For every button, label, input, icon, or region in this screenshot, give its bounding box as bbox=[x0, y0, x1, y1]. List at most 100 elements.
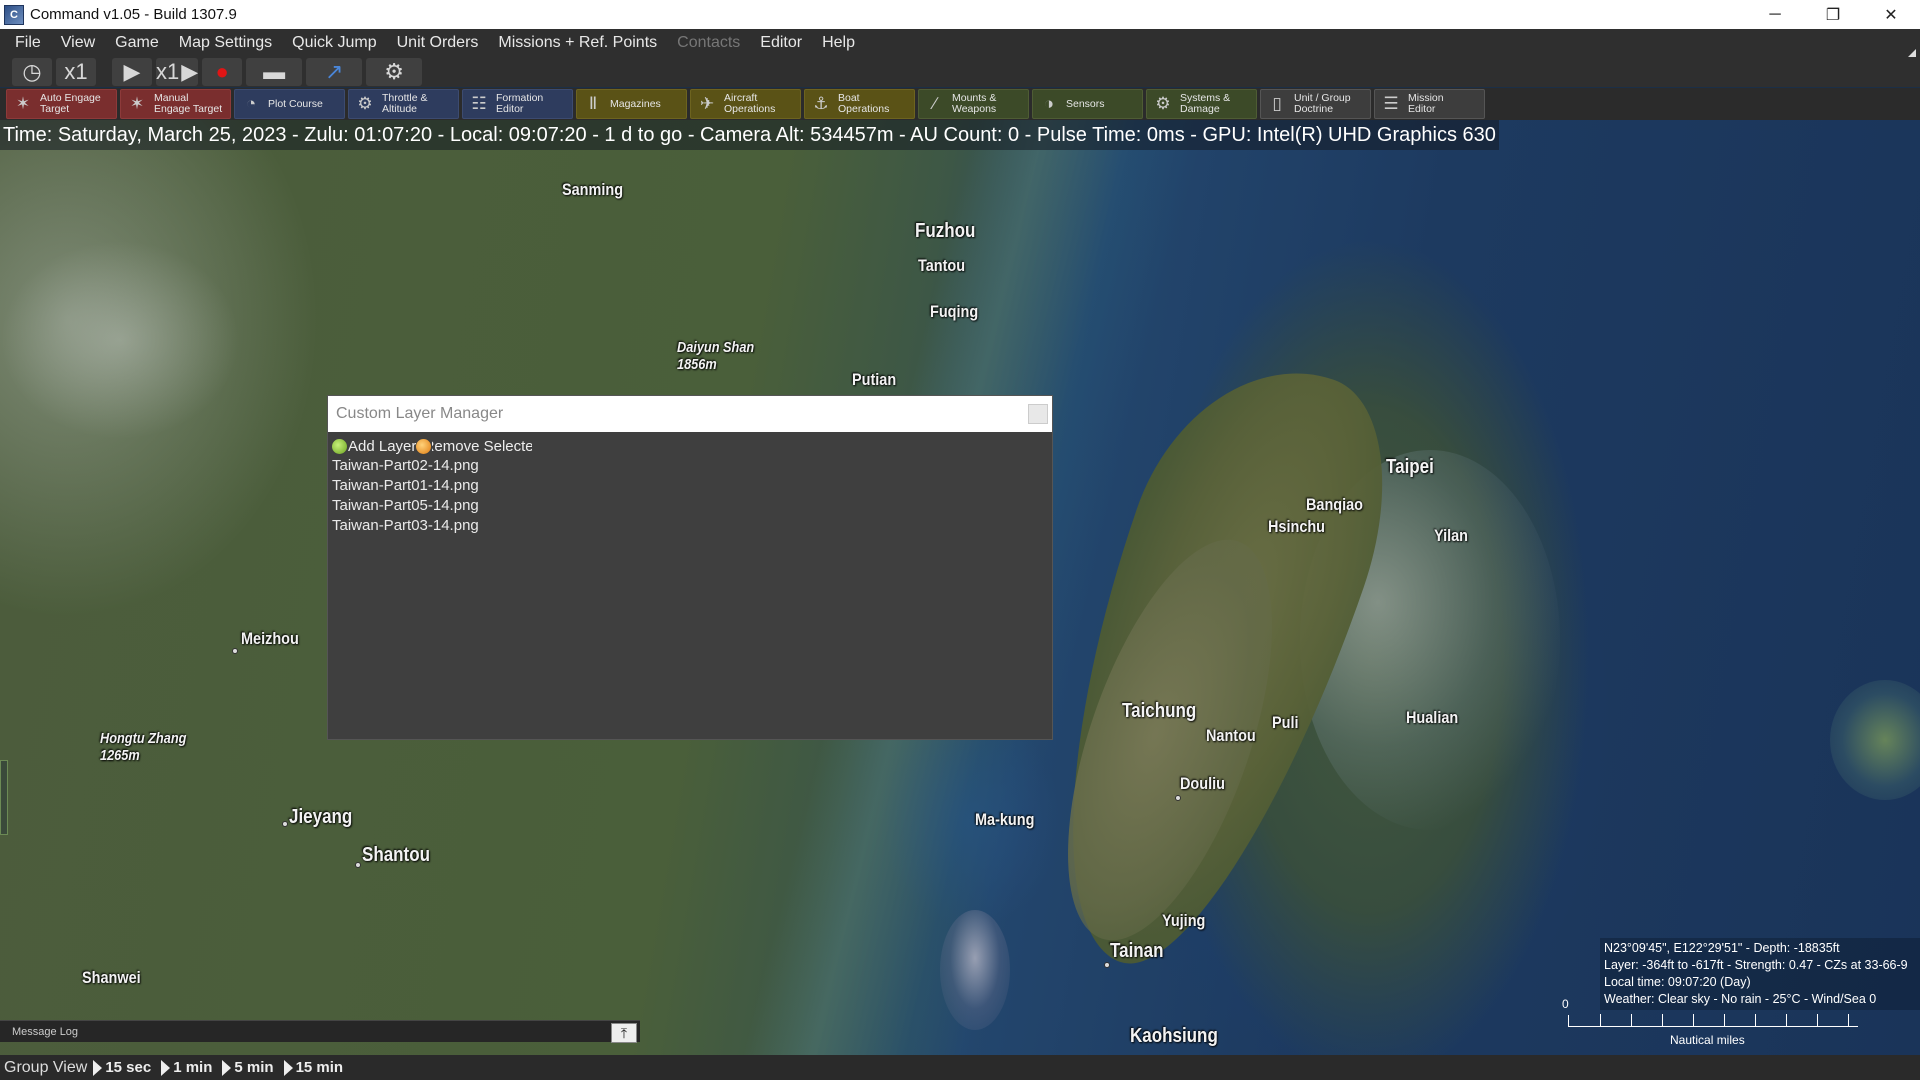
remove-selected-label: Remove Selected bbox=[432, 437, 532, 455]
play-step-icon bbox=[93, 1059, 103, 1076]
systems-damage-button[interactable]: ⚙ Systems & Damage bbox=[1146, 89, 1257, 119]
menu-quick-jump[interactable]: Quick Jump bbox=[282, 29, 386, 57]
mission-editor-icon: ☰ bbox=[1383, 94, 1399, 113]
mission-editor-label: Mission Editor bbox=[1408, 92, 1444, 115]
boat-operations-button[interactable]: ⚓ Boat Operations bbox=[804, 89, 915, 119]
map-label-shantou: Shantou bbox=[362, 844, 430, 866]
left-edge-slider[interactable] bbox=[0, 760, 8, 835]
expand-log-button[interactable]: ⤒ bbox=[611, 1023, 637, 1043]
menu-editor[interactable]: Editor bbox=[750, 29, 812, 57]
map-label-daiyun-shan: Daiyun Shan 1856m bbox=[677, 339, 755, 373]
sensors-icon: ◑ bbox=[1043, 94, 1055, 113]
auto-engage-icon: ✶ bbox=[15, 94, 31, 113]
ship-button[interactable]: ▬ bbox=[246, 58, 303, 86]
message-log-title: Message Log bbox=[12, 1026, 79, 1038]
layer-list-item[interactable]: Taiwan-Part03-14.png bbox=[332, 516, 1048, 536]
dialog-title-bar[interactable]: Custom Layer Manager bbox=[328, 396, 1052, 432]
arrow-button[interactable]: ↗ bbox=[306, 58, 363, 86]
speed-toggle[interactable]: x1 bbox=[56, 58, 96, 86]
plot-course-label: Plot Course bbox=[268, 97, 323, 110]
remove-selected-button[interactable]: Remove Selected bbox=[416, 438, 532, 455]
message-log-panel[interactable]: Message Log ⤒ bbox=[0, 1020, 640, 1043]
add-layer-button[interactable]: Add Layer bbox=[332, 438, 416, 455]
menu-contacts[interactable]: Contacts bbox=[667, 29, 750, 57]
play-icon: ▶ bbox=[123, 59, 141, 84]
magazines-label: Magazines bbox=[610, 97, 661, 110]
manual-engage-label: Manual Engage Target bbox=[154, 92, 223, 115]
title-bar: C Command v1.05 - Build 1307.9 ─ ❐ ✕ bbox=[0, 0, 1920, 29]
time-compression-button[interactable]: x1 ▶ bbox=[156, 58, 199, 86]
throttle-icon: ⚙ bbox=[357, 94, 373, 113]
play-button[interactable]: ▶ bbox=[112, 58, 152, 86]
sensors-label: Sensors bbox=[1066, 97, 1105, 110]
step-1-min-button[interactable]: 1 min bbox=[161, 1059, 212, 1076]
map-label-hualian: Hualian bbox=[1406, 708, 1459, 727]
step-label: 5 min bbox=[234, 1059, 274, 1076]
scale-bar: 0 Nautical miles bbox=[1560, 995, 1860, 1047]
manual-engage-target-button[interactable]: ✶ Manual Engage Target bbox=[120, 89, 231, 119]
layer-list-item[interactable]: Taiwan-Part02-14.png bbox=[332, 456, 1048, 476]
group-view-label[interactable]: Group View bbox=[4, 1059, 87, 1077]
step-5-min-button[interactable]: 5 min bbox=[222, 1059, 274, 1076]
city-marker bbox=[282, 821, 288, 827]
unit-group-doctrine-button[interactable]: ▯ Unit / Group Doctrine bbox=[1260, 89, 1371, 119]
formation-label: Formation Editor bbox=[496, 92, 544, 115]
layer-list-item[interactable]: Taiwan-Part05-14.png bbox=[332, 496, 1048, 516]
mounts-weapons-button[interactable]: ∕ Mounts & Weapons bbox=[918, 89, 1029, 119]
remove-icon bbox=[416, 438, 431, 454]
step-15-min-button[interactable]: 15 min bbox=[283, 1059, 343, 1076]
restore-button[interactable]: ❐ bbox=[1804, 0, 1862, 29]
minimize-button[interactable]: ─ bbox=[1746, 0, 1804, 29]
scale-tick bbox=[1600, 1014, 1601, 1026]
menu-help[interactable]: Help bbox=[812, 29, 865, 57]
close-button[interactable]: ✕ bbox=[1862, 0, 1920, 29]
step-label: 1 min bbox=[173, 1059, 213, 1076]
throttle-altitude-button[interactable]: ⚙ Throttle & Altitude bbox=[348, 89, 459, 119]
menu-map-settings[interactable]: Map Settings bbox=[169, 29, 282, 57]
menu-view[interactable]: View bbox=[51, 29, 105, 57]
auto-engage-target-button[interactable]: ✶ Auto Engage Target bbox=[6, 89, 117, 119]
add-layer-label: Add Layer bbox=[348, 437, 416, 455]
record-button[interactable]: ● bbox=[202, 58, 243, 86]
doctrine-label: Unit / Group Doctrine bbox=[1294, 92, 1351, 115]
arrow-icon: ↗ bbox=[324, 59, 344, 84]
clock-icon: ◷ bbox=[22, 59, 42, 84]
map-label-jieyang: Jieyang bbox=[289, 806, 353, 828]
map-label-tainan: Tainan bbox=[1110, 940, 1164, 962]
mission-editor-button[interactable]: ☰ Mission Editor bbox=[1374, 89, 1485, 119]
map-label-hsinchu: Hsinchu bbox=[1268, 517, 1326, 536]
plot-course-button[interactable]: ◔ Plot Course bbox=[234, 89, 345, 119]
map-label-putian: Putian bbox=[852, 370, 897, 389]
menu-file[interactable]: File bbox=[5, 29, 51, 57]
dialog-close-button[interactable] bbox=[1028, 404, 1048, 424]
map-label-meizhou: Meizhou bbox=[241, 629, 299, 648]
dialog-title: Custom Layer Manager bbox=[336, 405, 504, 422]
step-15-sec-button[interactable]: 15 sec bbox=[93, 1059, 151, 1076]
unit-toolbar: ✶ Auto Engage Target ✶ Manual Engage Tar… bbox=[0, 88, 1920, 120]
custom-layer-manager-window[interactable]: Custom Layer Manager Add Layer Remove Se… bbox=[327, 395, 1053, 740]
map-label-ma-kung: Ma-kung bbox=[975, 810, 1035, 829]
settings-button[interactable]: ⚙ bbox=[366, 58, 423, 86]
scale-tick bbox=[1631, 1014, 1632, 1026]
doctrine-icon: ▯ bbox=[1272, 94, 1282, 113]
city-marker bbox=[1175, 795, 1181, 801]
menu-unit-orders[interactable]: Unit Orders bbox=[387, 29, 489, 57]
layer-list-item[interactable]: Taiwan-Part01-14.png bbox=[332, 476, 1048, 496]
window-title: Command v1.05 - Build 1307.9 bbox=[30, 6, 237, 23]
clock-button[interactable]: ◷ bbox=[12, 58, 52, 86]
formation-icon: ☷ bbox=[471, 94, 487, 113]
scale-tick bbox=[1693, 1014, 1694, 1026]
magazines-button[interactable]: Ⅱ Magazines bbox=[576, 89, 687, 119]
aircraft-operations-button[interactable]: ✈ Aircraft Operations bbox=[690, 89, 801, 119]
menu-game[interactable]: Game bbox=[105, 29, 169, 57]
city-marker bbox=[232, 648, 238, 654]
map-label-sanming: Sanming bbox=[562, 180, 624, 199]
coord-depth-text: N23°09'45", E122°29'51" - Depth: -18835f… bbox=[1604, 941, 1840, 955]
mounts-icon: ∕ bbox=[933, 94, 937, 113]
menu-missions[interactable]: Missions + Ref. Points bbox=[488, 29, 667, 57]
boat-icon: ⚓ bbox=[813, 94, 829, 113]
step-label: 15 sec bbox=[105, 1059, 152, 1076]
formation-editor-button[interactable]: ☷ Formation Editor bbox=[462, 89, 573, 119]
sensors-button[interactable]: ◑ Sensors bbox=[1032, 89, 1143, 119]
play-step-icon bbox=[222, 1059, 232, 1076]
